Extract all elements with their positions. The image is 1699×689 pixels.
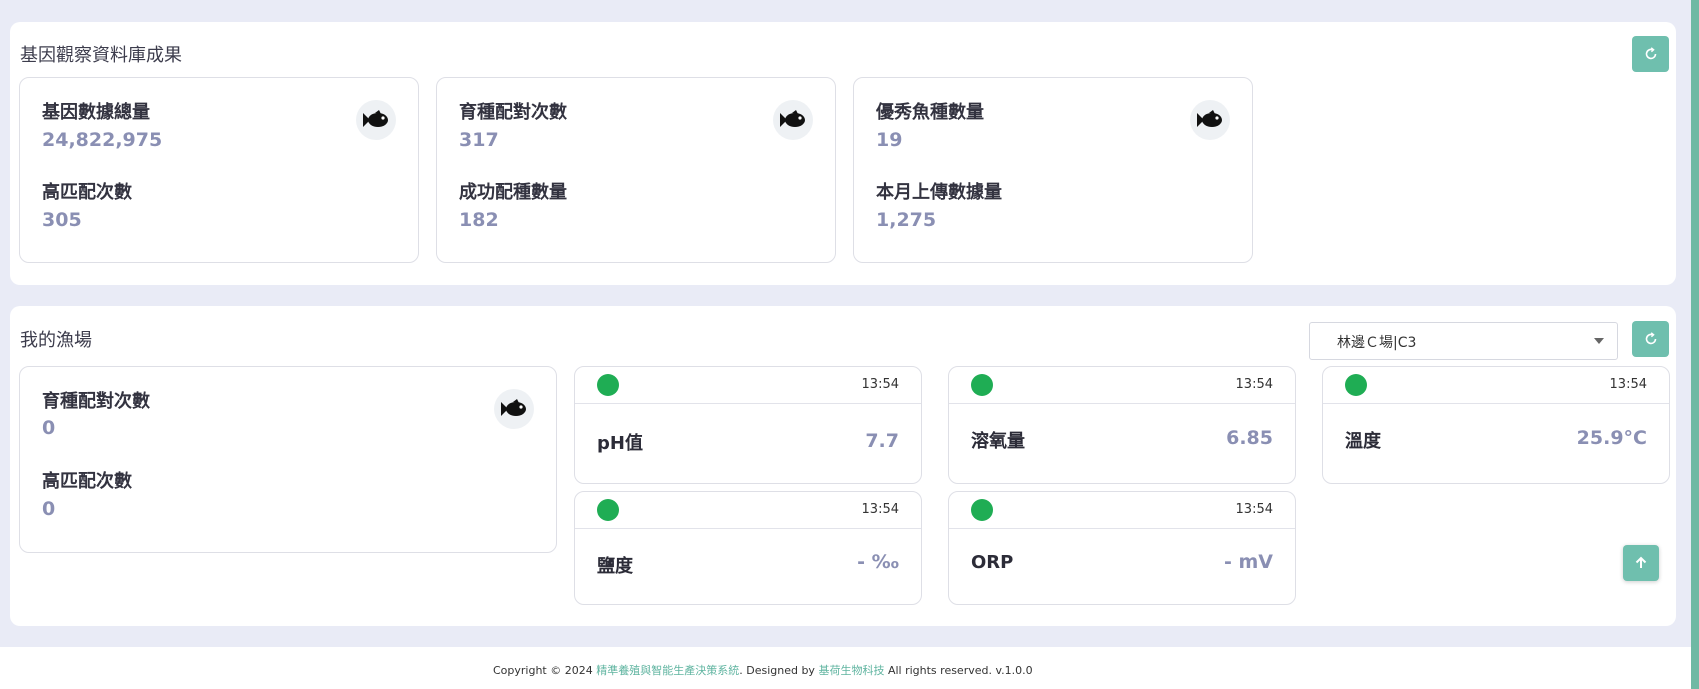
- sensor-time: 13:54: [1235, 377, 1273, 392]
- sensor-value: 7.7: [865, 430, 899, 452]
- sensor-value: 6.85: [1226, 427, 1273, 449]
- fish-icon: [773, 100, 813, 140]
- sensor-value: 25.9°C: [1576, 427, 1647, 449]
- stat-card: 育種配對次數 317 成功配種數量 182: [436, 77, 836, 263]
- gene-results-panel: 基因觀察資料庫成果 基因數據總量 24,822,975 高匹配次數 305 育種…: [10, 22, 1676, 285]
- sensor-label: 溶氧量: [971, 431, 1025, 452]
- farm-select[interactable]: 林邊Ｃ場|C3: [1309, 322, 1618, 360]
- status-dot: [1345, 374, 1367, 396]
- stat-value: 24,822,975: [42, 129, 163, 151]
- stat-label: 高匹配次數: [42, 471, 132, 492]
- sensor-label: ORP: [971, 552, 1014, 573]
- panel-title: 我的漁場: [20, 330, 92, 351]
- company-link[interactable]: 基荷生物科技: [818, 664, 884, 677]
- sensor-value: - mV: [1223, 551, 1273, 573]
- right-edge-strip: [1691, 0, 1699, 689]
- stat-value: 19: [876, 129, 903, 151]
- status-dot: [597, 374, 619, 396]
- stat-label: 本月上傳數據量: [876, 182, 1002, 203]
- stat-value: 0: [42, 498, 56, 520]
- fish-icon: [1190, 100, 1230, 140]
- arrow-up-icon: [1635, 556, 1647, 568]
- sensor-time: 13:54: [1235, 502, 1273, 517]
- sensor-card-salinity[interactable]: 13:54 鹽度 - ‰: [574, 491, 922, 605]
- sensor-header: 13:54: [575, 367, 921, 404]
- farm-refresh-button[interactable]: [1632, 321, 1669, 357]
- sensor-label: pH值: [597, 433, 643, 454]
- stat-label: 成功配種數量: [459, 182, 567, 203]
- fish-icon: [356, 100, 396, 140]
- sensor-header: 13:54: [1323, 367, 1669, 404]
- sensor-card-do[interactable]: 13:54 溶氧量 6.85: [948, 366, 1296, 484]
- stat-card: 優秀魚種數量 19 本月上傳數據量 1,275: [853, 77, 1253, 263]
- stat-label: 育種配對次數: [459, 102, 567, 123]
- sensor-time: 13:54: [861, 377, 899, 392]
- stat-value: 305: [42, 209, 82, 231]
- stat-value: 182: [459, 209, 499, 231]
- stat-card: 基因數據總量 24,822,975 高匹配次數 305: [19, 77, 419, 263]
- stat-label: 育種配對次數: [42, 391, 150, 412]
- stat-label: 基因數據總量: [42, 102, 150, 123]
- status-dot: [971, 499, 993, 521]
- sensor-card-orp[interactable]: 13:54 ORP - mV: [948, 491, 1296, 605]
- copyright-text: Copyright © 2024 精準養殖與智能生產決策系統. Designed…: [493, 662, 1033, 678]
- refresh-button[interactable]: [1632, 36, 1669, 72]
- system-link[interactable]: 精準養殖與智能生產決策系統: [596, 664, 739, 677]
- stat-value: 1,275: [876, 209, 937, 231]
- copyright-prefix: Copyright © 2024: [493, 664, 597, 677]
- sensor-header: 13:54: [575, 492, 921, 529]
- designed-by-text: . Designed by: [739, 664, 819, 677]
- stat-value: 0: [42, 417, 56, 439]
- summary-card: 育種配對次數 0 高匹配次數 0: [19, 366, 557, 553]
- chevron-down-icon: [1594, 338, 1604, 344]
- sensor-card-temp[interactable]: 13:54 溫度 25.9°C: [1322, 366, 1670, 484]
- sensor-header: 13:54: [949, 492, 1295, 529]
- sensor-card-ph[interactable]: 13:54 pH值 7.7: [574, 366, 922, 484]
- sensor-value: - ‰: [857, 551, 899, 573]
- refresh-icon: [1645, 332, 1656, 345]
- panel-title: 基因觀察資料庫成果: [20, 45, 182, 66]
- status-dot: [597, 499, 619, 521]
- sensor-label: 鹽度: [597, 556, 633, 577]
- fish-icon: [494, 389, 534, 429]
- status-dot: [971, 374, 993, 396]
- sensor-time: 13:54: [861, 502, 899, 517]
- refresh-icon: [1645, 47, 1656, 60]
- stat-value: 317: [459, 129, 499, 151]
- sensor-time: 13:54: [1609, 377, 1647, 392]
- rights-text: All rights reserved. v.1.0.0: [884, 664, 1033, 677]
- sensor-label: 溫度: [1345, 431, 1381, 452]
- stat-label: 高匹配次數: [42, 182, 132, 203]
- back-to-top-button[interactable]: [1623, 545, 1659, 581]
- stat-label: 優秀魚種數量: [876, 102, 984, 123]
- sensor-header: 13:54: [949, 367, 1295, 404]
- farm-select-value: 林邊Ｃ場|C3: [1337, 335, 1417, 351]
- footer: Copyright © 2024 精準養殖與智能生產決策系統. Designed…: [0, 647, 1691, 689]
